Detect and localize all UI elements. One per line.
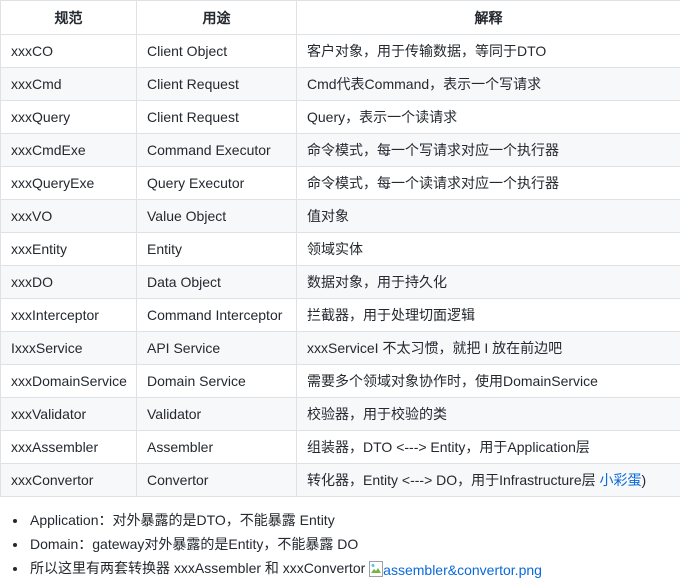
cell-name: xxxDO [1, 266, 137, 299]
cell-name: xxxEntity [1, 233, 137, 266]
cell-usage: Command Executor [137, 134, 297, 167]
cell-usage: Client Request [137, 101, 297, 134]
cell-name: xxxConvertor [1, 464, 137, 497]
cell-usage: Client Request [137, 68, 297, 101]
cell-desc: Cmd代表Command，表示一个写请求 [297, 68, 680, 101]
header-name: 规范 [1, 1, 137, 35]
cell-usage: Entity [137, 233, 297, 266]
assembler-convertor-image[interactable]: assembler&convertor.png [369, 558, 542, 582]
table-row: xxxConvertor Convertor 转化器，Entity <---> … [1, 464, 680, 497]
cell-usage: Value Object [137, 200, 297, 233]
cell-name: xxxQueryExe [1, 167, 137, 200]
cell-desc-suffix: ) [642, 472, 647, 488]
table-row: xxxDO Data Object 数据对象，用于持久化 [1, 266, 680, 299]
table-row: xxxAssembler Assembler 组装器，DTO <---> Ent… [1, 431, 680, 464]
header-desc: 解释 [297, 1, 680, 35]
table-row: xxxDomainService Domain Service 需要多个领域对象… [1, 365, 680, 398]
table-row: xxxCmdExe Command Executor 命令模式，每一个写请求对应… [1, 134, 680, 167]
cell-desc: 转化器，Entity <---> DO，用于Infrastructure层 小彩… [297, 464, 680, 497]
cell-name: xxxCmd [1, 68, 137, 101]
cell-usage: Data Object [137, 266, 297, 299]
table-row: xxxQueryExe Query Executor 命令模式，每一个读请求对应… [1, 167, 680, 200]
cell-name: xxxQuery [1, 101, 137, 134]
cell-usage: Validator [137, 398, 297, 431]
table-row: xxxEntity Entity 领域实体 [1, 233, 680, 266]
table-row: xxxVO Value Object 值对象 [1, 200, 680, 233]
cell-desc: xxxServiceI 不太习惯，就把 I 放在前边吧 [297, 332, 680, 365]
cell-usage: Query Executor [137, 167, 297, 200]
cell-usage: API Service [137, 332, 297, 365]
header-usage: 用途 [137, 1, 297, 35]
spec-table: 规范 用途 解释 xxxCO Client Object 客户对象，用于传输数据… [0, 0, 680, 497]
cell-name: xxxCO [1, 35, 137, 68]
cell-desc-text: 转化器，Entity <---> DO，用于Infrastructure层 [307, 472, 596, 488]
cell-name: IxxxService [1, 332, 137, 365]
cell-name: xxxVO [1, 200, 137, 233]
table-row: xxxQuery Client Request Query，表示一个读请求 [1, 101, 680, 134]
cell-desc: Query，表示一个读请求 [297, 101, 680, 134]
cell-usage: Client Object [137, 35, 297, 68]
cell-desc: 数据对象，用于持久化 [297, 266, 680, 299]
list-item-text: 所以这里有两套转换器 xxxAssembler 和 xxxConvertor [30, 560, 369, 576]
cell-desc: 领域实体 [297, 233, 680, 266]
cell-name: xxxCmdExe [1, 134, 137, 167]
table-row: xxxValidator Validator 校验器，用于校验的类 [1, 398, 680, 431]
cell-name: xxxAssembler [1, 431, 137, 464]
cell-desc: 命令模式，每一个写请求对应一个执行器 [297, 134, 680, 167]
table-header-row: 规范 用途 解释 [1, 1, 680, 35]
cell-usage: Domain Service [137, 365, 297, 398]
cell-desc: 需要多个领域对象协作时，使用DomainService [297, 365, 680, 398]
image-alt-text: assembler&convertor.png [383, 562, 542, 578]
notes-list: Application：对外暴露的是DTO，不能暴露 Entity Domain… [0, 508, 542, 582]
cell-name: xxxValidator [1, 398, 137, 431]
cell-desc: 拦截器，用于处理切面逻辑 [297, 299, 680, 332]
broken-image-icon [369, 561, 383, 577]
table-row: IxxxService API Service xxxServiceI 不太习惯… [1, 332, 680, 365]
cell-usage: Convertor [137, 464, 297, 497]
cell-name: xxxInterceptor [1, 299, 137, 332]
cell-usage: Command Interceptor [137, 299, 297, 332]
list-item: Domain：gateway对外暴露的是Entity，不能暴露 DO [28, 532, 542, 556]
cell-usage: Assembler [137, 431, 297, 464]
cell-name: xxxDomainService [1, 365, 137, 398]
cell-desc: 客户对象，用于传输数据，等同于DTO [297, 35, 680, 68]
table-row: xxxCO Client Object 客户对象，用于传输数据，等同于DTO [1, 35, 680, 68]
cell-desc: 命令模式，每一个读请求对应一个执行器 [297, 167, 680, 200]
table-row: xxxCmd Client Request Cmd代表Command，表示一个写… [1, 68, 680, 101]
cell-desc: 值对象 [297, 200, 680, 233]
cell-desc: 校验器，用于校验的类 [297, 398, 680, 431]
easter-egg-link[interactable]: 小彩蛋 [600, 472, 642, 488]
list-item: Application：对外暴露的是DTO，不能暴露 Entity [28, 508, 542, 532]
cell-desc: 组装器，DTO <---> Entity，用于Application层 [297, 431, 680, 464]
list-item: 所以这里有两套转换器 xxxAssembler 和 xxxConvertor a… [28, 556, 542, 582]
table-row: xxxInterceptor Command Interceptor 拦截器，用… [1, 299, 680, 332]
